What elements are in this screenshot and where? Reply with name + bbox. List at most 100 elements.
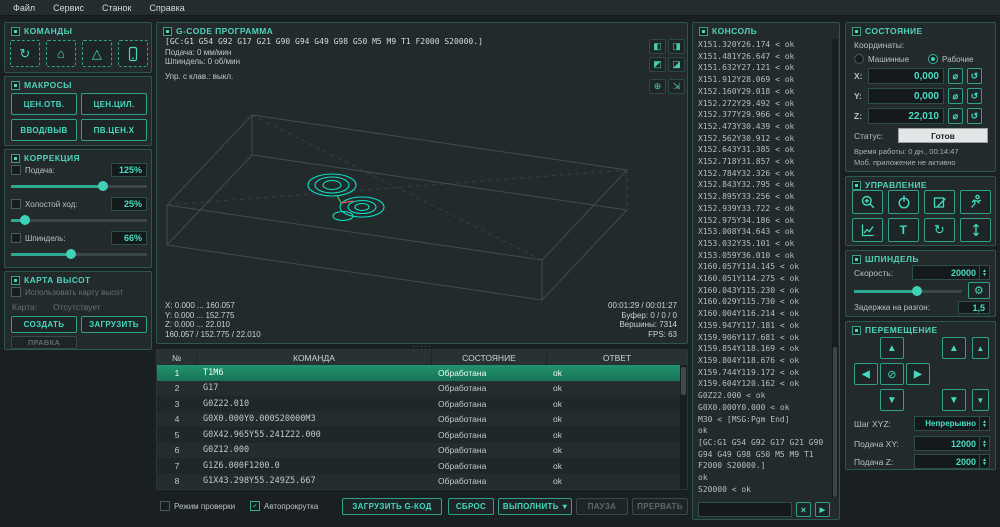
- view-top-button[interactable]: ◨: [668, 39, 685, 54]
- macro-center-hole-button[interactable]: ЦЕН.ОТВ.: [11, 93, 77, 115]
- slider-knob[interactable]: [66, 249, 76, 259]
- macro-center-cylinder-button[interactable]: ЦЕН.ЦИЛ.: [81, 93, 147, 115]
- feed-z-input[interactable]: 2000 ▲▼: [914, 454, 990, 469]
- scrollbar-thumb[interactable]: [681, 367, 686, 395]
- radio-selected-icon: [928, 54, 938, 64]
- z-zero-button[interactable]: ⌀: [948, 108, 963, 124]
- slider-knob[interactable]: [20, 215, 30, 225]
- z-restore-button[interactable]: ↺: [967, 108, 982, 124]
- home-command-button[interactable]: ⌂: [46, 40, 76, 67]
- heightmap-edit-button[interactable]: ПРАВКА: [11, 336, 77, 349]
- gcode-table-row[interactable]: 1 T1M6 Обработана ok: [157, 365, 680, 381]
- spinner-arrows-icon[interactable]: ▲▼: [979, 437, 989, 450]
- heightmap-create-button[interactable]: СОЗДАТЬ: [11, 316, 77, 333]
- reset-command-button[interactable]: ↻: [10, 40, 40, 67]
- spinner-arrows-icon[interactable]: ▲▼: [979, 266, 989, 279]
- x-restore-button[interactable]: ↺: [967, 68, 982, 84]
- spinup-delay-value[interactable]: 1,5: [958, 301, 990, 314]
- macro-surface-center-button[interactable]: ПВ.ЦЕН.Х: [81, 119, 147, 141]
- feed-override-checkbox[interactable]: Подача:: [11, 165, 55, 175]
- y-zero-button[interactable]: ⌀: [948, 88, 963, 104]
- row-number: 8: [157, 476, 197, 486]
- scrollbar-thumb[interactable]: [833, 347, 837, 497]
- pause-button[interactable]: ПАУЗА: [576, 498, 628, 515]
- jog-a-minus-button[interactable]: ▼: [972, 389, 989, 411]
- gcode-table-row[interactable]: 6 G0Z12.000 Обработана ok: [157, 443, 680, 459]
- menu-machine[interactable]: Станок: [93, 2, 140, 14]
- work-coords-label: Рабочие: [942, 55, 973, 64]
- gcode-table-row[interactable]: 2 G17 Обработана ok: [157, 381, 680, 397]
- gcode-table-row[interactable]: 8 G1X43.298Y55.249Z5.667 Обработана ok: [157, 474, 680, 490]
- gcode-table-row[interactable]: 3 G0Z22.010 Обработана ok: [157, 396, 680, 412]
- jog-y-plus-button[interactable]: ▲: [880, 337, 904, 359]
- spindle-override-checkbox[interactable]: Шпиндель:: [11, 233, 65, 243]
- slider-knob[interactable]: [912, 286, 922, 296]
- height-probe-button[interactable]: [960, 218, 991, 242]
- menu-service[interactable]: Сервис: [44, 2, 93, 14]
- statistics-button[interactable]: [852, 218, 883, 242]
- sync-button[interactable]: ↻: [924, 218, 955, 242]
- slider-knob[interactable]: [98, 181, 108, 191]
- spinner-arrows-icon[interactable]: ▲▼: [979, 417, 989, 430]
- spindle-settings-button[interactable]: ⚙: [968, 282, 990, 299]
- edit-origin-button[interactable]: [924, 190, 955, 214]
- view-front-button[interactable]: ◩: [649, 57, 666, 72]
- jog-z-plus-button[interactable]: ▲: [942, 337, 966, 359]
- console-send-button[interactable]: ▶: [815, 502, 830, 517]
- console-scrollbar[interactable]: [832, 39, 838, 497]
- feed-xy-input[interactable]: 12000 ▲▼: [914, 436, 990, 451]
- jog-stop-button[interactable]: ⊘: [880, 363, 904, 385]
- work-coords-radio[interactable]: Рабочие: [928, 54, 973, 64]
- macro-io-button[interactable]: ВВОД/ВЫВ: [11, 119, 77, 141]
- spindle-speed-slider[interactable]: [854, 285, 962, 297]
- table-scrollbar[interactable]: [680, 365, 687, 489]
- autoscroll-checkbox[interactable]: ✓ Автопрокрутка: [250, 501, 318, 511]
- rapid-override-slider[interactable]: [11, 214, 147, 226]
- jog-panel-title: ПЕРЕМЕЩЕНИЕ: [865, 325, 938, 335]
- gcode-table-row[interactable]: 7 G1Z6.000F1200.0 Обработана ok: [157, 458, 680, 474]
- console-line: X160.051Y114.275 < ok: [698, 273, 829, 285]
- power-button[interactable]: [888, 190, 919, 214]
- checkbox-icon: [11, 165, 21, 175]
- step-xyz-select[interactable]: Непрерывно ▲▼: [914, 416, 990, 431]
- abort-button[interactable]: ПРЕРВАТЬ: [632, 498, 688, 515]
- toolpath-3d-viewport[interactable]: [157, 85, 689, 313]
- gcode-table-row[interactable]: 5 G0X42.965Y55.241Z22.000 Обработана ok: [157, 427, 680, 443]
- probe-command-button[interactable]: △: [82, 40, 112, 67]
- menu-file[interactable]: Файл: [4, 2, 44, 14]
- heightmap-open-button[interactable]: ЗАГРУЗИТЬ: [81, 316, 147, 333]
- jog-x-minus-button[interactable]: ◀: [854, 363, 878, 385]
- rapid-override-checkbox[interactable]: Холостой ход:: [11, 199, 78, 209]
- load-gcode-button[interactable]: ЗАГРУЗИТЬ G-КОД: [342, 498, 442, 515]
- jog-z-minus-button[interactable]: ▼: [942, 389, 966, 411]
- jog-a-plus-button[interactable]: ▲: [972, 337, 989, 359]
- menu-help[interactable]: Справка: [140, 2, 193, 14]
- console-input[interactable]: [698, 502, 792, 517]
- zoom-button[interactable]: [852, 190, 883, 214]
- spindle-speed-input[interactable]: 20000 ▲▼: [912, 265, 990, 280]
- reset-button[interactable]: СБРОС: [448, 498, 494, 515]
- use-heightmap-checkbox[interactable]: Использовать карту высот: [11, 287, 123, 297]
- console-clear-button[interactable]: ×: [796, 502, 811, 517]
- run-button[interactable]: ВЫПОЛНИТЬ▾: [498, 498, 572, 515]
- spindle-override-slider[interactable]: [11, 248, 147, 260]
- machine-coords-radio[interactable]: Машинные: [854, 54, 909, 64]
- view-left-button[interactable]: ◪: [668, 57, 685, 72]
- spindle-toggle-icon[interactable]: [852, 255, 861, 264]
- console-log[interactable]: X151.320Y26.174 < okX151.481Y26.647 < ok…: [698, 39, 829, 497]
- feed-override-slider[interactable]: [11, 180, 147, 192]
- mobile-app-button[interactable]: [118, 40, 148, 67]
- tool-change-button[interactable]: T: [888, 218, 919, 242]
- gcode-table-row[interactable]: 4 G0X0.000Y0.000S20000M3 Обработана ok: [157, 412, 680, 428]
- status-label: Статус:: [854, 131, 883, 141]
- spindle-override-value: 66%: [111, 231, 147, 245]
- check-mode-checkbox[interactable]: Режим проверки: [160, 501, 235, 511]
- view-iso-button[interactable]: ◧: [649, 39, 666, 54]
- jog-x-plus-button[interactable]: ▶: [906, 363, 930, 385]
- y-restore-button[interactable]: ↺: [967, 88, 982, 104]
- x-zero-button[interactable]: ⌀: [948, 68, 963, 84]
- coords-label: Координаты:: [854, 40, 904, 50]
- jog-y-minus-button[interactable]: ▼: [880, 389, 904, 411]
- safe-position-button[interactable]: [960, 190, 991, 214]
- spinner-arrows-icon[interactable]: ▲▼: [979, 455, 989, 468]
